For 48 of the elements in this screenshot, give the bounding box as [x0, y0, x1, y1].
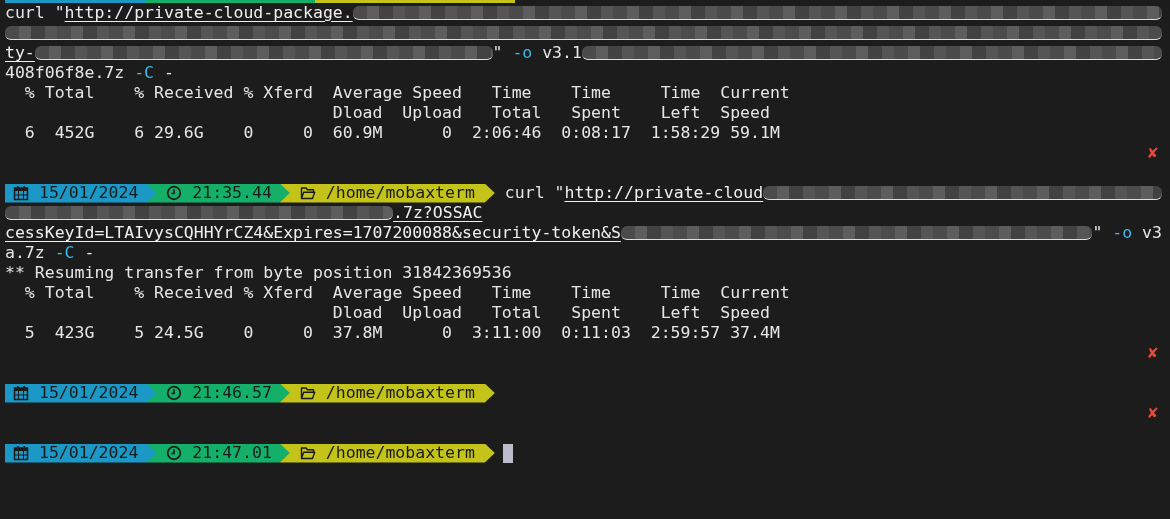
command-text: ": [492, 43, 504, 63]
path-text: /home/mobaxterm: [325, 383, 475, 403]
time-text: 21:46.57: [192, 383, 272, 403]
command-text: v3: [1141, 223, 1162, 243]
command-text: .7z: [14, 243, 46, 263]
time-text: 21:35.44: [192, 183, 272, 203]
date-text: 15/01/2024: [39, 443, 139, 463]
output-line: % Total % Received % Xferd Average Speed Time Time Time Current: [23, 83, 790, 103]
calendar-icon: [13, 445, 29, 461]
command-text: v3.1: [541, 43, 582, 63]
date-text: 15/01/2024: [39, 383, 139, 403]
calendar-icon: [13, 385, 29, 401]
command-text: curl ": [5, 3, 65, 23]
clock-icon: [166, 445, 183, 461]
option-text: -o: [512, 43, 533, 63]
folder-icon: [299, 445, 316, 461]
output-line: Dload Upload Total Spent Left Speed: [331, 103, 770, 123]
date-text: 15/01/2024: [39, 183, 139, 203]
option-text: -o: [1112, 223, 1133, 243]
time-text: 21:47.01: [192, 443, 272, 463]
error-mark: ✘: [1148, 343, 1158, 363]
url-link[interactable]: http://private-cloud-package.: [64, 3, 353, 23]
output-line: 5 423G 5 24.5G 0 0 37.8M 0 3:11:00 0:11:03 2:59:57 37.4M: [23, 323, 780, 343]
command-text: 408f06f8e.7z: [5, 63, 126, 83]
url-link[interactable]: http://private-cloud: [564, 183, 764, 203]
folder-icon: [299, 185, 316, 201]
command-text: -: [83, 243, 95, 263]
output-line: Dload Upload Total Spent Left Speed: [331, 303, 770, 323]
output-line: ** Resuming transfer from byte position 31842369536: [5, 263, 512, 283]
url-link[interactable]: .7z?OSSAC: [393, 203, 483, 223]
option-text: -C: [54, 243, 75, 263]
folder-icon: [299, 385, 316, 401]
error-mark: ✘: [1148, 143, 1158, 163]
path-text: /home/mobaxterm: [325, 443, 475, 463]
path-text: /home/mobaxterm: [325, 183, 475, 203]
output-line: 6 452G 6 29.6G 0 0 60.9M 0 2:06:46 0:08:17 1:58:29 59.1M: [23, 123, 780, 143]
url-link[interactable]: ty-: [5, 43, 35, 63]
clock-icon: [166, 385, 183, 401]
command-text: a: [5, 243, 15, 263]
command-text: curl ": [504, 183, 565, 203]
clock-icon: [166, 185, 183, 201]
error-mark: ✘: [1148, 403, 1158, 423]
output-line: % Total % Received % Xferd Average Speed Time Time Time Current: [23, 283, 790, 303]
option-text: -C: [134, 63, 154, 83]
command-text: -: [162, 63, 174, 83]
command-text: ": [1092, 223, 1104, 243]
url-link[interactable]: cessKeyId=LTAIvysCQHHYrCZ4&Expires=1707200088&security-token&S: [5, 223, 621, 243]
calendar-icon: [13, 185, 29, 201]
